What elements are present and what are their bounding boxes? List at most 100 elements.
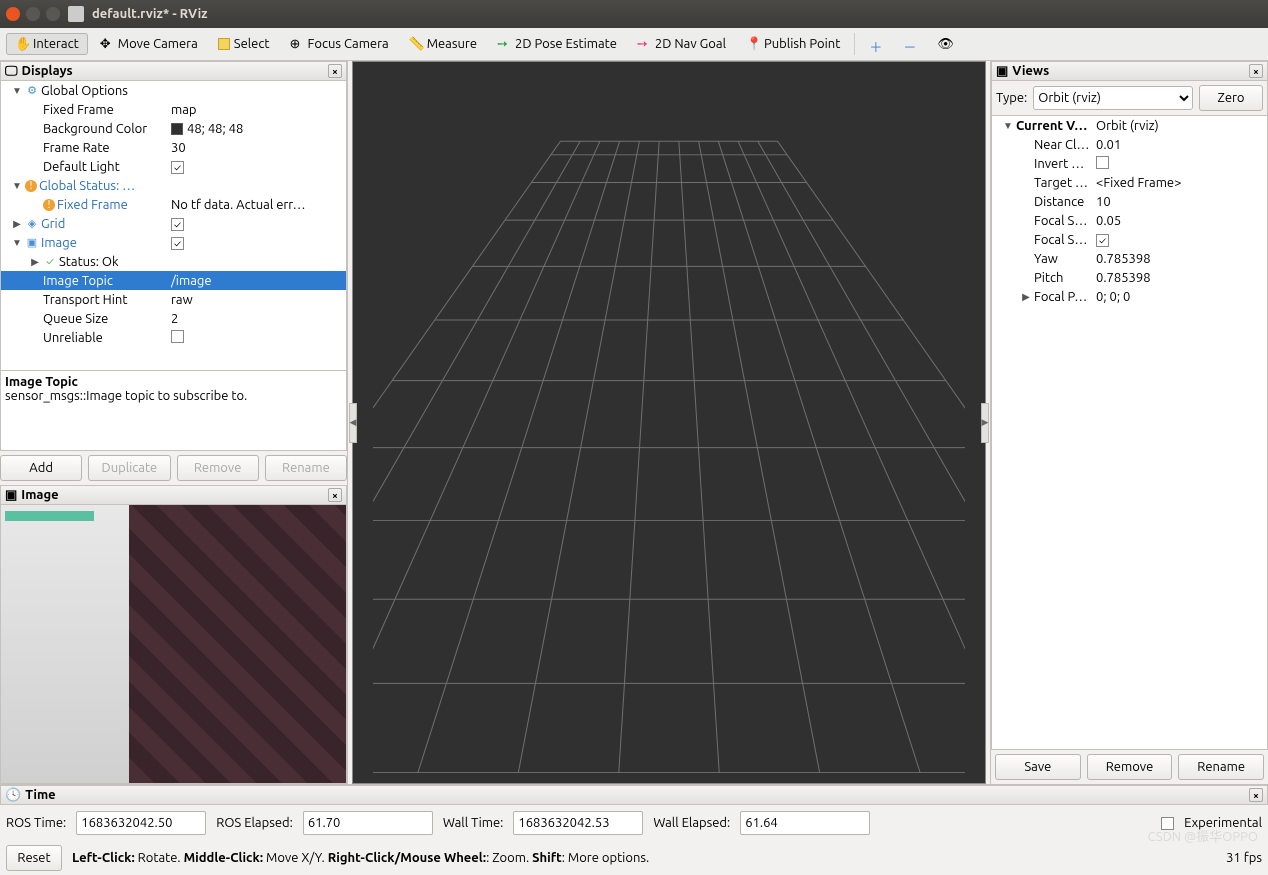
focus-icon: ⊕ [290, 37, 304, 51]
views-rename-button[interactable]: Rename [1178, 754, 1264, 780]
image-panel-header: ▣ Image × [0, 485, 347, 505]
move-icon: ✥ [100, 37, 114, 51]
ros-elapsed-label: ROS Elapsed: [216, 816, 293, 830]
window-minimize-button[interactable] [26, 7, 40, 21]
tree-row[interactable]: Near Cl…0.01 [992, 135, 1267, 154]
tree-row[interactable]: Queue Size2 [1, 309, 346, 328]
tree-row[interactable]: ▶Focal P…0; 0; 0 [992, 287, 1267, 306]
clock-icon: 🕓 [5, 788, 21, 803]
tree-row[interactable]: Target …<Fixed Frame> [992, 173, 1267, 192]
select-button[interactable]: Select [210, 34, 278, 54]
views-type-label: Type: [996, 91, 1027, 105]
ros-elapsed-field[interactable] [303, 811, 433, 835]
measure-button[interactable]: 📏Measure [401, 34, 485, 54]
image-icon: ▣ [5, 488, 17, 503]
time-close-button[interactable]: × [1249, 788, 1263, 802]
right-splitter-handle[interactable]: ▶ [981, 403, 989, 443]
views-icon: ▣ [996, 64, 1008, 79]
views-close-button[interactable]: × [1249, 64, 1263, 78]
views-save-button[interactable]: Save [995, 754, 1081, 780]
arrow-green-icon: ➙ [497, 37, 511, 51]
publish-point-label: Publish Point [764, 37, 840, 51]
views-title: Views [1012, 64, 1049, 78]
tree-row[interactable]: !Fixed FrameNo tf data. Actual err… [1, 195, 346, 214]
tree-row[interactable]: ▼⚙Global Options [1, 81, 346, 100]
tree-row[interactable]: Frame Rate30 [1, 138, 346, 157]
time-header: 🕓 Time × [0, 785, 1268, 805]
displays-tree[interactable]: ▼⚙Global OptionsFixed FramemapBackground… [0, 81, 347, 371]
experimental-checkbox[interactable] [1161, 817, 1174, 830]
wall-elapsed-field[interactable] [740, 811, 870, 835]
pose-estimate-label: 2D Pose Estimate [515, 37, 617, 51]
image-panel-close-button[interactable]: × [328, 488, 342, 502]
select-icon [218, 38, 230, 50]
wall-time-label: Wall Time: [443, 816, 504, 830]
image-panel-title: Image [21, 488, 58, 502]
window-titlebar: default.rviz* - RViz [0, 0, 1268, 28]
tree-row[interactable]: ▼▣Image✓ [1, 233, 346, 252]
tree-row[interactable]: Background Color48; 48; 48 [1, 119, 346, 138]
remove-button[interactable]: Remove [177, 455, 259, 481]
ros-time-field[interactable] [76, 811, 206, 835]
add-tool-button[interactable]: ＋ [861, 34, 891, 54]
views-header: ▣ Views × [991, 61, 1268, 81]
status-bar: Reset Left-Click: Rotate. Middle-Click: … [0, 841, 1268, 875]
views-tree[interactable]: ▼Current V…Orbit (rviz)Near Cl…0.01Inver… [991, 115, 1268, 750]
wall-elapsed-label: Wall Elapsed: [653, 816, 730, 830]
tree-row[interactable]: ▶◈Grid✓ [1, 214, 346, 233]
focus-camera-label: Focus Camera [308, 37, 389, 51]
displays-button-row: Add Duplicate Remove Rename [0, 451, 347, 485]
move-camera-button[interactable]: ✥Move Camera [92, 34, 206, 54]
displays-close-button[interactable]: × [328, 64, 342, 78]
displays-header: 🖵 Displays × [0, 61, 347, 81]
duplicate-button[interactable]: Duplicate [88, 455, 170, 481]
rename-button[interactable]: Rename [265, 455, 347, 481]
3d-viewport[interactable]: ◀ ▶ [352, 61, 986, 784]
tree-row[interactable]: ▼Current V…Orbit (rviz) [992, 116, 1267, 135]
experimental-label: Experimental [1184, 816, 1262, 830]
time-fields-row: ROS Time: ROS Elapsed: Wall Time: Wall E… [0, 805, 1268, 841]
focus-camera-button[interactable]: ⊕ Focus Camera [282, 34, 397, 54]
tree-row[interactable]: Yaw0.785398 [992, 249, 1267, 268]
publish-point-button[interactable]: 📍 Publish Point [738, 34, 848, 54]
views-remove-button[interactable]: Remove [1087, 754, 1173, 780]
tree-row[interactable]: Image Topic/image [1, 271, 346, 290]
measure-label: Measure [427, 37, 477, 51]
desc-title: Image Topic [5, 375, 342, 389]
views-type-select[interactable]: Orbit (rviz) [1033, 86, 1193, 110]
pin-icon: 📍 [746, 37, 760, 51]
tree-row[interactable]: ▼!Global Status: … [1, 176, 346, 195]
visibility-button[interactable]: 👁 [929, 34, 959, 54]
window-close-button[interactable] [6, 7, 20, 21]
tree-row[interactable]: Focal S…✓ [992, 230, 1267, 249]
interact-button[interactable]: ✋Interact [6, 33, 88, 55]
tree-row[interactable]: Invert … [992, 154, 1267, 173]
tree-row[interactable]: Default Light✓ [1, 157, 346, 176]
zero-button[interactable]: Zero [1199, 85, 1263, 111]
select-label: Select [234, 37, 270, 51]
tree-row[interactable]: Unreliable [1, 328, 346, 347]
tree-row[interactable]: Pitch0.785398 [992, 268, 1267, 287]
tree-row[interactable]: Fixed Framemap [1, 100, 346, 119]
tree-row[interactable]: ▶✓Status: Ok [1, 252, 346, 271]
views-type-row: Type: Orbit (rviz) Zero [991, 81, 1268, 115]
left-splitter-handle[interactable]: ◀ [349, 403, 357, 443]
window-controls [6, 7, 60, 21]
wall-time-field[interactable] [513, 811, 643, 835]
views-button-row: Save Remove Rename [991, 750, 1268, 784]
tree-row[interactable]: Distance10 [992, 192, 1267, 211]
tree-row[interactable]: Transport Hintraw [1, 290, 346, 309]
minus-icon: － [903, 37, 917, 51]
nav-goal-button[interactable]: ➙2D Nav Goal [629, 34, 734, 54]
add-button[interactable]: Add [0, 455, 82, 481]
reset-button[interactable]: Reset [6, 845, 62, 871]
image-preview [0, 505, 347, 784]
plus-icon: ＋ [869, 37, 883, 51]
app-icon [68, 6, 84, 22]
mouse-hints: Left-Click: Rotate. Middle-Click: Move X… [72, 851, 649, 865]
interact-label: Interact [33, 37, 79, 51]
remove-tool-button[interactable]: － [895, 34, 925, 54]
tree-row[interactable]: Focal S…0.05 [992, 211, 1267, 230]
window-maximize-button[interactable] [46, 7, 60, 21]
pose-estimate-button[interactable]: ➙ 2D Pose Estimate [489, 34, 625, 54]
